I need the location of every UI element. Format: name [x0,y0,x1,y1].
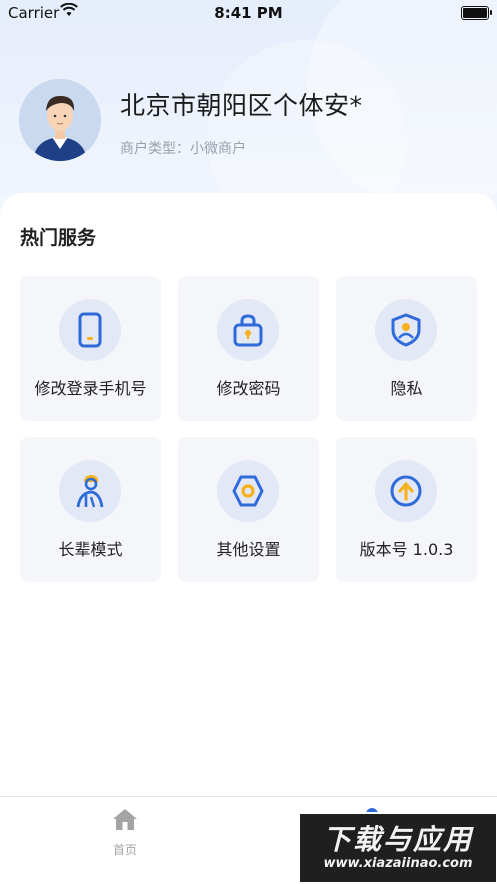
service-label: 长辈模式 [58,540,123,559]
service-elder-mode[interactable]: 长辈模式 [20,437,161,582]
watermark-url: www.xiazaiinao.com [323,856,473,871]
status-bar: Carrier 8:41 PM [0,0,497,26]
service-change-phone[interactable]: 修改登录手机号 [20,276,161,421]
tab-home[interactable]: 首页 [100,807,150,858]
elder-icon [59,460,121,522]
lock-icon [217,299,279,361]
service-label: 修改登录手机号 [34,379,147,398]
service-label: 修改密码 [216,379,281,398]
phone-icon [59,299,121,361]
status-time: 8:41 PM [214,4,283,22]
watermark: 下载与应用 www.xiazaiinao.com [298,812,497,884]
section-title: 热门服务 [20,227,97,249]
avatar[interactable] [19,79,101,161]
battery-icon [461,6,492,20]
settings-hex-icon [217,460,279,522]
service-label: 版本号 1.0.3 [359,540,454,559]
arrow-up-circle-icon [375,460,437,522]
watermark-title: 下载与应用 [322,823,473,856]
service-privacy[interactable]: 隐私 [336,276,477,421]
merchant-type: 商户类型：小微商户 [120,141,246,157]
merchant-name: 北京市朝阳区个体安* [120,91,363,120]
service-other-settings[interactable]: 其他设置 [178,437,319,582]
home-icon [111,809,139,835]
service-label: 其他设置 [216,540,281,559]
shield-user-icon [375,299,437,361]
service-change-password[interactable]: 修改密码 [178,276,319,421]
service-version[interactable]: 版本号 1.0.3 [336,437,477,582]
tab-home-label: 首页 [112,843,137,857]
service-label: 隐私 [390,379,423,398]
